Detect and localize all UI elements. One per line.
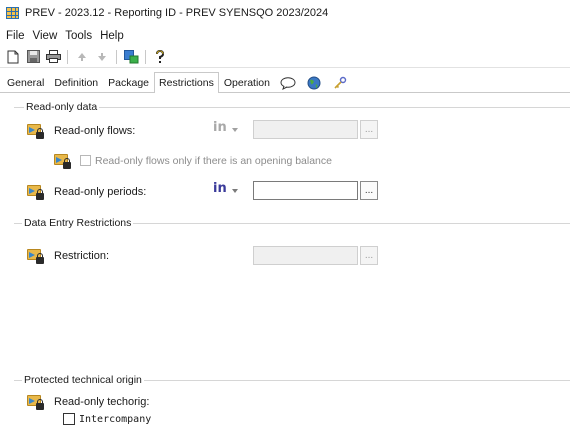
forward-button[interactable]: [93, 48, 111, 66]
flows-operator-select[interactable]: in: [213, 120, 227, 135]
chevron-down-icon: [232, 189, 238, 193]
menu-view[interactable]: View: [31, 30, 64, 42]
intercompany-checkbox[interactable]: [63, 413, 75, 425]
new-button[interactable]: [4, 48, 22, 66]
restriction-browse-button[interactable]: ...: [360, 246, 378, 265]
read-only-data-title: Read-only data: [24, 101, 100, 113]
tab-package[interactable]: Package: [103, 73, 154, 92]
print-button[interactable]: [44, 48, 62, 66]
menu-bar: File View Tools Help: [0, 27, 570, 45]
print-icon: [45, 50, 61, 63]
intercompany-label: Intercompany: [79, 413, 152, 425]
tab-restrictions[interactable]: Restrictions: [154, 72, 219, 93]
refresh-icon: [123, 49, 138, 63]
tab-comments[interactable]: [275, 73, 301, 92]
tab-general[interactable]: General: [2, 73, 49, 92]
restriction-value-field[interactable]: [253, 246, 358, 265]
opening-balance-checkbox[interactable]: [80, 155, 91, 166]
restriction-folder-icon: [27, 393, 44, 410]
intercompany-row: Intercompany: [63, 413, 151, 425]
read-only-techorig-row: Read-only techorig:: [27, 393, 149, 410]
restriction-folder-icon: [54, 152, 71, 169]
forward-arrow-icon: [98, 52, 106, 61]
restriction-folder-icon: [27, 122, 44, 139]
read-only-flows-row: Read-only flows:: [27, 122, 135, 139]
restriction-row: Restriction:: [27, 247, 109, 264]
globe-icon: [307, 76, 321, 90]
data-entry-restrictions-title: Data Entry Restrictions: [22, 217, 134, 229]
menu-help[interactable]: Help: [98, 30, 130, 42]
restriction-folder-icon: [27, 247, 44, 264]
help-icon: [156, 49, 165, 63]
menu-tools[interactable]: Tools: [63, 30, 98, 42]
toolbar-separator: [67, 49, 68, 64]
read-only-periods-row: Read-only periods:: [27, 183, 146, 200]
speech-bubble-icon: [280, 76, 296, 90]
new-icon: [7, 50, 19, 63]
periods-browse-button[interactable]: ...: [360, 181, 378, 200]
periods-value-field[interactable]: [253, 181, 358, 200]
toolbar: [0, 46, 570, 68]
toolbar-separator: [116, 49, 117, 64]
tab-strip: General Definition Package Restrictions …: [0, 71, 570, 93]
read-only-flows-label: Read-only flows:: [54, 124, 136, 137]
read-only-techorig-label: Read-only techorig:: [54, 395, 150, 408]
menu-file[interactable]: File: [4, 30, 31, 42]
restriction-label: Restriction:: [54, 249, 110, 262]
back-arrow-icon: [78, 52, 86, 61]
flows-value-field[interactable]: [253, 120, 358, 139]
tab-security[interactable]: [327, 73, 353, 92]
tab-operation[interactable]: Operation: [219, 73, 275, 92]
restriction-folder-icon: [27, 183, 44, 200]
toolbar-separator: [145, 49, 146, 64]
back-button[interactable]: [73, 48, 91, 66]
save-icon: [26, 50, 40, 63]
save-button[interactable]: [24, 48, 42, 66]
chevron-down-icon: [232, 128, 238, 132]
flows-browse-button[interactable]: ...: [360, 120, 378, 139]
window-title: PREV - 2023.12 - Reporting ID - PREV SYE…: [25, 7, 329, 19]
read-only-periods-label: Read-only periods:: [54, 185, 147, 198]
opening-balance-label: Read-only flows only if there is an open…: [95, 154, 332, 167]
tab-definition[interactable]: Definition: [49, 73, 103, 92]
opening-balance-row: Read-only flows only if there is an open…: [54, 152, 332, 169]
periods-operator-select[interactable]: in: [213, 181, 227, 196]
app-grid-icon: [6, 7, 19, 19]
key-icon: [334, 76, 347, 89]
title-bar: PREV - 2023.12 - Reporting ID - PREV SYE…: [0, 0, 570, 26]
protected-technical-origin-title: Protected technical origin: [22, 374, 144, 386]
refresh-button[interactable]: [122, 48, 140, 66]
help-button[interactable]: [151, 48, 169, 66]
tab-languages[interactable]: [301, 73, 327, 92]
